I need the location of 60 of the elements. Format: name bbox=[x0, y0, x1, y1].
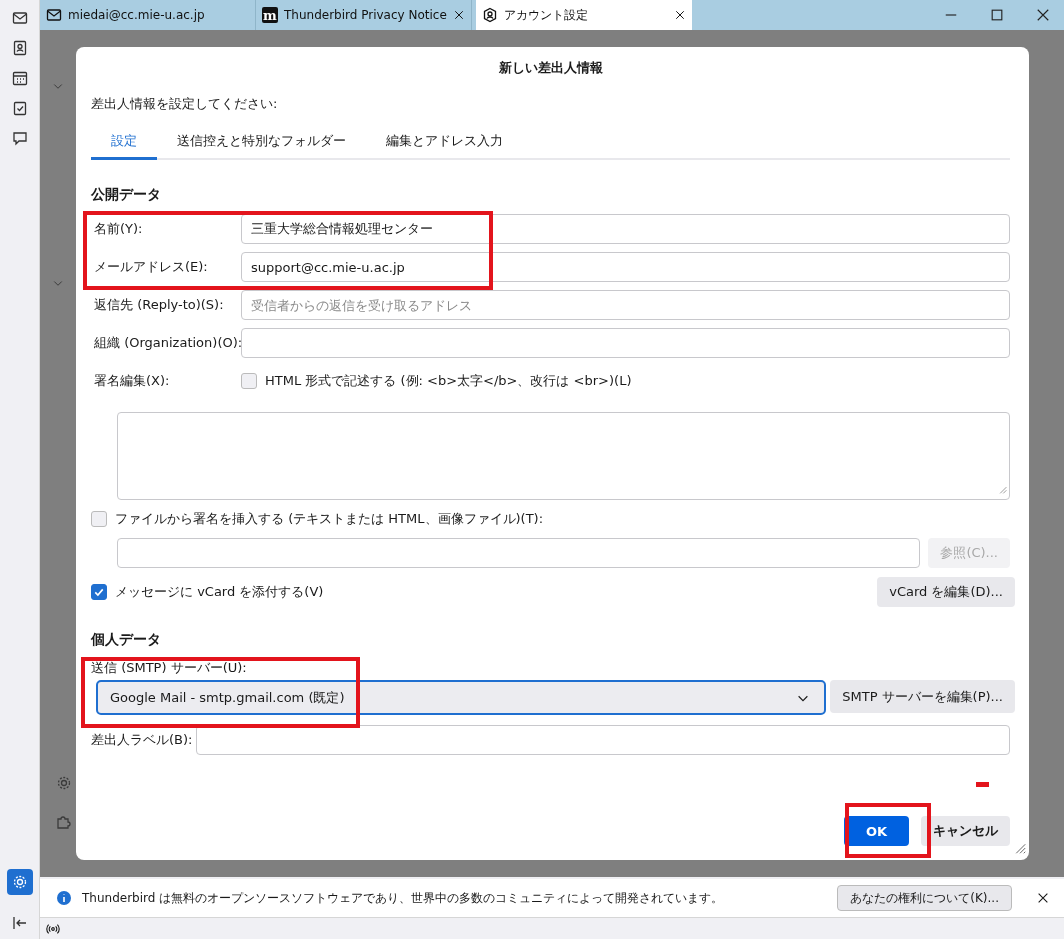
checkbox-label: ファイルから署名を挿入する (テキストまたは HTML、画像ファイル)(T): bbox=[115, 510, 544, 528]
notification-text: Thunderbird は無料のオープンソースソフトウェアであり、世界中の多数のコミュニティによって開発されています。 bbox=[82, 889, 725, 907]
cancel-button[interactable]: キャンセル bbox=[921, 816, 1010, 846]
close-icon[interactable] bbox=[453, 9, 465, 21]
field-label: 署名編集(X): bbox=[94, 372, 171, 390]
checkbox[interactable] bbox=[91, 584, 107, 600]
task-icon bbox=[11, 100, 28, 116]
dialog-tab[interactable]: 設定 bbox=[91, 129, 157, 160]
field-label: 差出人ラベル(B): bbox=[91, 731, 193, 749]
field-label: 組織 (Organization)(O): bbox=[94, 334, 241, 352]
input-field[interactable] bbox=[241, 328, 1010, 358]
dialog-tab[interactable]: 編集とアドレス入力 bbox=[366, 129, 523, 160]
resize-grip-icon bbox=[997, 484, 1007, 494]
field-label: 送信 (SMTP) サーバー(U): bbox=[91, 659, 248, 677]
smtp-server-dropdown[interactable]: Google Mail - smtp.gmail.com (既定) bbox=[96, 680, 827, 715]
field-label: 返信先 (Reply-to)(S): bbox=[94, 296, 225, 314]
dialog-tab[interactable]: 送信控えと特別なフォルダー bbox=[157, 129, 366, 160]
rights-button[interactable]: あなたの権利について(K)... bbox=[837, 885, 1012, 911]
input-field[interactable]: 三重大学総合情報処理センター bbox=[241, 214, 1010, 244]
close-icon bbox=[1036, 891, 1050, 905]
close-icon[interactable] bbox=[674, 9, 686, 21]
checkbox-label: HTML 形式で記述する (例: <b>太字</b>、改行は <br>)(L) bbox=[265, 372, 632, 390]
checkbox-label: メッセージに vCard を添付する(V) bbox=[115, 583, 324, 601]
account-icon bbox=[482, 7, 498, 23]
ok-button[interactable]: OK bbox=[843, 816, 909, 846]
dialog-title: 新しい差出人情報 bbox=[497, 59, 604, 77]
resize-grip-icon bbox=[1014, 842, 1026, 854]
gear-icon bbox=[56, 775, 72, 791]
address-book-icon bbox=[11, 40, 28, 56]
calendar-icon bbox=[11, 70, 28, 86]
close-icon bbox=[1036, 8, 1050, 22]
checkbox[interactable] bbox=[241, 373, 257, 389]
mail-icon bbox=[46, 7, 62, 23]
edit-smtp-button[interactable]: SMTP サーバーを編集(P)... bbox=[830, 680, 1015, 713]
input-field[interactable]: support@cc.mie-u.ac.jp bbox=[241, 252, 1010, 282]
input-field[interactable]: 受信者からの返信を受け取るアドレス bbox=[241, 290, 1010, 320]
chat-icon bbox=[11, 130, 28, 146]
info-icon bbox=[56, 890, 72, 906]
edit-vcard-button[interactable]: vCard を編集(D)... bbox=[877, 577, 1015, 607]
section-heading: 公開データ bbox=[91, 186, 162, 204]
checkbox[interactable] bbox=[91, 511, 107, 527]
collapse-icon bbox=[11, 915, 28, 931]
site-logo: m bbox=[262, 7, 278, 23]
prompt-text: 差出人情報を設定してください: bbox=[91, 95, 279, 113]
section-heading: 個人データ bbox=[91, 631, 162, 649]
app-tab[interactable]: アカウント設定 bbox=[476, 0, 692, 30]
input-field[interactable] bbox=[196, 725, 1010, 755]
settings-button[interactable] bbox=[6, 869, 33, 895]
field-label: 名前(Y): bbox=[94, 220, 144, 238]
tab-label: miedai@cc.mie-u.ac.jp bbox=[68, 8, 206, 22]
annotation-mark bbox=[976, 782, 989, 787]
input-field[interactable] bbox=[117, 538, 921, 568]
mail-icon bbox=[11, 10, 28, 26]
settings-icon bbox=[11, 874, 28, 890]
tab-label: アカウント設定 bbox=[504, 6, 589, 24]
puzzle-icon bbox=[56, 814, 72, 830]
tab-label: Thunderbird Privacy Notice bbox=[284, 8, 447, 22]
online-status-icon bbox=[46, 921, 60, 936]
maximize-icon bbox=[990, 8, 1004, 22]
field-label: メールアドレス(E): bbox=[94, 258, 209, 276]
